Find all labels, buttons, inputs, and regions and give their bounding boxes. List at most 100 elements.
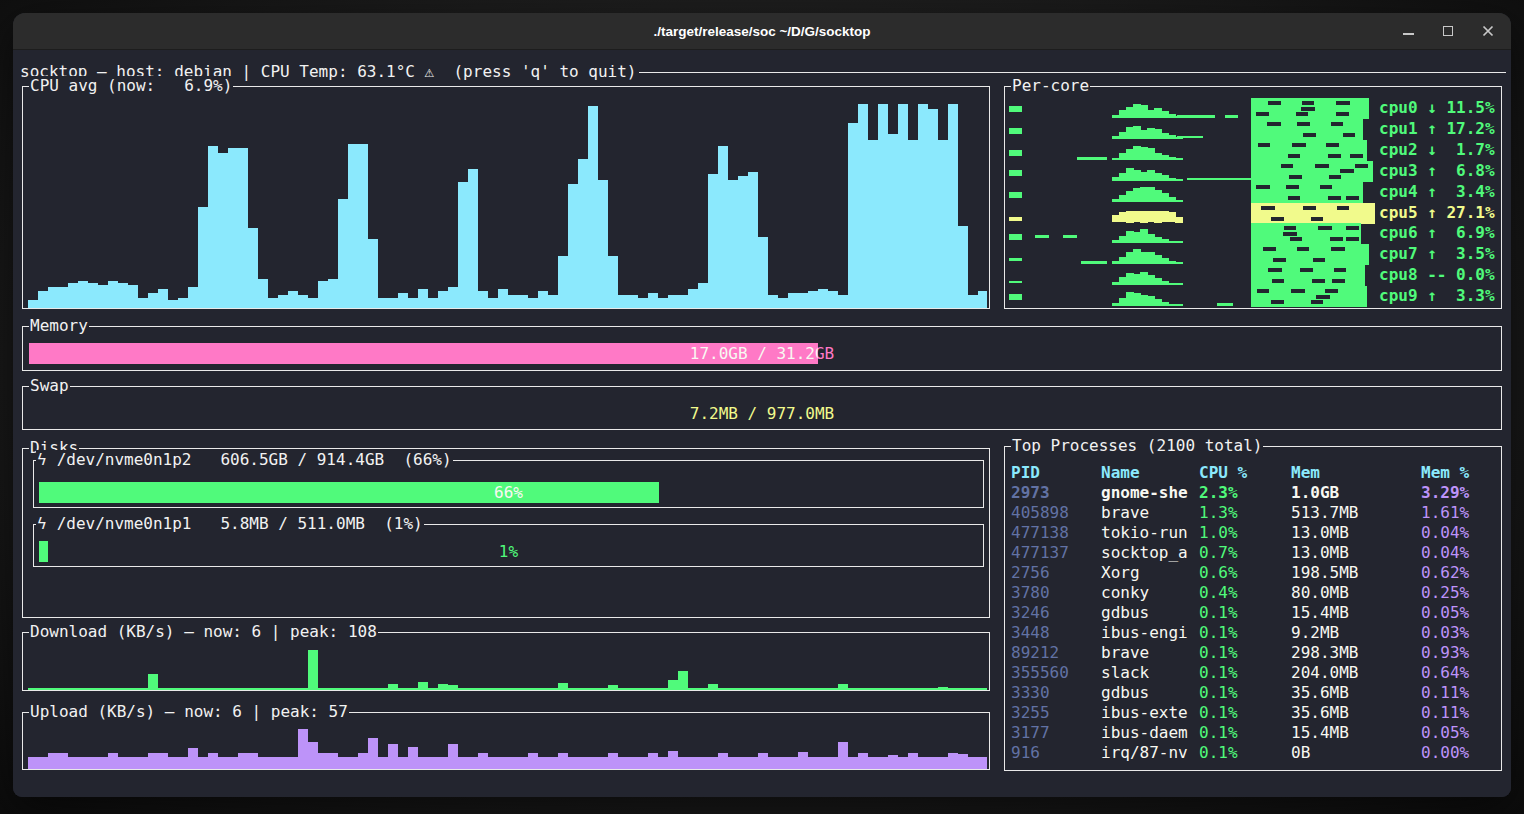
chart-bar	[38, 291, 48, 308]
chart-bar	[278, 757, 288, 769]
chart-bar	[348, 144, 358, 308]
core-sparkline	[1009, 140, 1373, 161]
core-label: cpu8 -- 0.0%	[1379, 265, 1495, 285]
chart-bar	[928, 757, 938, 769]
process-cell: 0.1%	[1199, 743, 1238, 763]
chart-bar	[768, 295, 778, 308]
chart-bar	[668, 751, 678, 769]
chart-bar	[978, 688, 987, 690]
core-label: cpu5 ↑ 27.1%	[1379, 203, 1495, 223]
chart-bar	[28, 688, 38, 690]
process-cell: 2.3%	[1199, 483, 1238, 503]
chart-bar	[58, 688, 68, 690]
chart-bar	[578, 757, 588, 769]
chart-bar	[318, 753, 328, 769]
chart-bar	[248, 753, 258, 769]
chart-bar	[528, 298, 538, 309]
process-cell: 0.1%	[1199, 623, 1238, 643]
chart-bar	[308, 298, 318, 309]
chart-bar	[938, 757, 948, 769]
chart-bar	[388, 298, 398, 309]
process-cell: Xorg	[1101, 563, 1140, 583]
window-titlebar[interactable]: ./target/release/soc ~/D/G/socktop	[13, 13, 1511, 50]
chart-bar	[928, 688, 938, 690]
process-cell: 0.93%	[1421, 643, 1469, 663]
chart-bar	[368, 239, 378, 308]
process-row: 477137socktop_a0.7%13.0MB0.04%	[1005, 543, 1501, 563]
process-cell: 3448	[1011, 623, 1050, 643]
process-cell: 0.00%	[1421, 743, 1469, 763]
process-cell: 405898	[1011, 503, 1069, 523]
chart-bar	[178, 757, 188, 769]
process-cell: 3780	[1011, 583, 1050, 603]
chart-bar	[858, 688, 868, 690]
chart-bar	[158, 688, 168, 690]
chart-bar	[728, 757, 738, 769]
core-label: cpu2 ↓ 1.7%	[1379, 140, 1495, 160]
chart-bar	[238, 753, 248, 769]
chart-bar	[68, 688, 78, 690]
chart-bar	[218, 688, 228, 690]
chart-bar	[468, 169, 478, 308]
chart-bar	[118, 757, 128, 769]
chart-bar	[48, 753, 58, 769]
chart-bar	[118, 283, 128, 308]
close-icon	[1482, 25, 1494, 37]
chart-bar	[448, 685, 458, 690]
chart-bar	[478, 688, 488, 690]
chart-bar	[168, 300, 178, 308]
maximize-icon	[1443, 26, 1453, 36]
chart-bar	[368, 688, 378, 690]
chart-bar	[968, 688, 978, 690]
process-cell: 0.1%	[1199, 663, 1238, 683]
chart-bar	[778, 298, 788, 309]
chart-bar	[568, 688, 578, 690]
chart-bar	[548, 688, 558, 690]
chart-bar	[908, 753, 918, 769]
chart-bar	[578, 688, 588, 690]
core-row: cpu1 ↑ 17.2%	[1009, 119, 1499, 140]
process-row: 916irq/87-nv0.1%0B0.00%	[1005, 743, 1501, 763]
chart-bar	[508, 295, 518, 308]
chart-bar	[258, 688, 268, 690]
chart-bar	[78, 688, 88, 690]
chart-bar	[588, 106, 598, 308]
chart-bar	[588, 757, 598, 769]
process-cell: 0.25%	[1421, 583, 1469, 603]
chart-bar	[278, 688, 288, 690]
process-cell: 15.4MB	[1291, 723, 1349, 743]
disk-partition-title: ϟ/dev/nvme0n1p2 606.5GB / 914.4GB (66%)	[36, 450, 453, 470]
process-row: 3330gdbus0.1%35.6MB0.11%	[1005, 683, 1501, 703]
chart-bar	[708, 174, 718, 308]
process-cell: 9.2MB	[1291, 623, 1339, 643]
chart-bar	[868, 688, 878, 690]
close-button[interactable]	[1481, 24, 1495, 38]
process-cell: 1.3%	[1199, 503, 1238, 523]
chart-bar	[138, 298, 148, 309]
chart-bar	[498, 688, 508, 690]
core-label: cpu1 ↑ 17.2%	[1379, 119, 1495, 139]
chart-bar	[28, 300, 38, 308]
chart-bar	[608, 256, 618, 309]
chart-bar	[458, 757, 468, 769]
chart-bar	[688, 688, 698, 690]
per-core-rows: cpu0 ↓ 11.5%cpu1 ↑ 17.2%cpu2 ↓ 1.7%cpu3 …	[1005, 87, 1501, 308]
chart-bar	[98, 688, 108, 690]
chart-bar	[908, 140, 918, 308]
disk-partition-panel: ϟ/dev/nvme0n1p1 5.8MB / 511.0MB (1%) 1%1…	[33, 524, 984, 567]
maximize-button[interactable]	[1441, 24, 1455, 38]
chart-bar	[348, 688, 358, 690]
core-sparkline	[1009, 182, 1373, 203]
process-cell: 0.7%	[1199, 543, 1238, 563]
chart-bar	[948, 688, 958, 690]
chart-bar	[278, 295, 288, 308]
chart-bar	[788, 688, 798, 690]
minimize-button[interactable]	[1401, 24, 1415, 38]
process-cell: gdbus	[1101, 683, 1149, 703]
chart-bar	[378, 757, 388, 769]
process-cell: 477137	[1011, 543, 1069, 563]
chart-bar	[288, 688, 298, 690]
chart-bar	[698, 757, 708, 769]
chart-bar	[328, 753, 338, 769]
chart-bar	[528, 688, 538, 690]
